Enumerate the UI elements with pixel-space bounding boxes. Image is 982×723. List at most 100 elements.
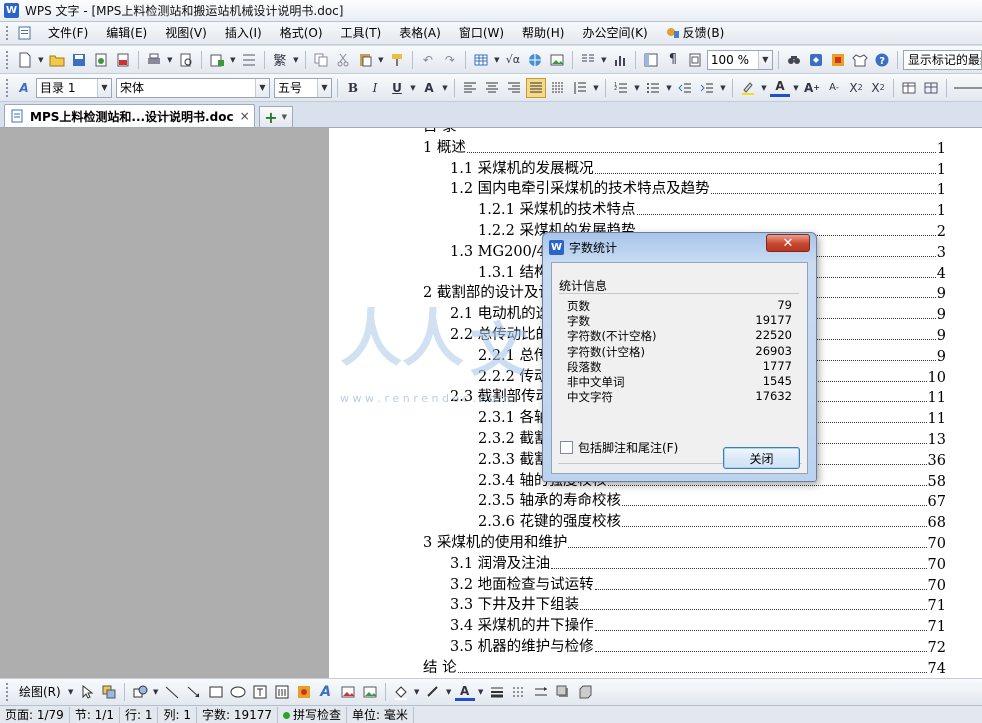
open-folder-icon[interactable] — [47, 50, 67, 70]
save-icon[interactable] — [69, 50, 89, 70]
shrink-font-icon[interactable]: A- — [824, 78, 844, 98]
table-style-icon[interactable] — [921, 78, 941, 98]
dropdown-arrow-icon[interactable]: ▼ — [409, 78, 417, 98]
font-select[interactable]: 宋体 ▼ — [116, 77, 270, 98]
menu-format[interactable]: 格式(O) — [271, 23, 332, 43]
menu-feedback[interactable]: 反馈(B) — [657, 23, 734, 43]
checkbox-box[interactable] — [560, 441, 573, 454]
increase-indent-icon[interactable] — [697, 78, 717, 98]
status-unit[interactable]: 单位: 毫米 — [347, 706, 414, 723]
dropdown-arrow-icon[interactable]: ▼ — [493, 50, 501, 70]
toc-entry[interactable]: 2.3.5 轴承的寿命校核 67 — [478, 489, 946, 511]
dropdown-arrow-icon[interactable]: ▼ — [477, 682, 485, 702]
dropdown-arrow-icon[interactable]: ▼ — [600, 50, 608, 70]
redo-icon[interactable]: ↷ — [440, 50, 460, 70]
font-color-icon[interactable]: A — [770, 79, 790, 97]
line-color-icon[interactable] — [423, 682, 443, 702]
dropdown-arrow-icon[interactable]: ▼ — [665, 78, 673, 98]
document-tab[interactable]: MPS上料检测站和...设计说明书.doc × — [4, 104, 255, 127]
align-right-icon[interactable] — [504, 78, 524, 98]
dropdown-arrow-icon[interactable]: ▼ — [760, 78, 768, 98]
select-objects-icon[interactable] — [99, 682, 119, 702]
distributed-align-icon[interactable] — [548, 78, 568, 98]
menu-office-space[interactable]: 办公空间(K) — [573, 23, 656, 43]
style-select[interactable]: 目录 1 ▼ — [36, 77, 112, 98]
toc-entry[interactable]: 3.4 采煤机的井下操作 71 — [450, 614, 946, 636]
font-size-select[interactable]: 五号 ▼ — [274, 77, 332, 98]
arrow-style-icon[interactable] — [531, 682, 551, 702]
toc-entry[interactable]: 3.3 下井及井下组装 71 — [450, 593, 946, 615]
toc-entry[interactable]: 1.2.1 采煤机的技术特点 1 — [478, 198, 946, 220]
dropdown-arrow-icon[interactable]: ▼ — [67, 682, 75, 702]
menu-edit[interactable]: 编辑(E) — [97, 23, 156, 43]
draw-font-color-icon[interactable]: A — [454, 683, 475, 701]
doc-menu-icon[interactable] — [15, 23, 35, 43]
dropdown-arrow-icon[interactable]: ▼ — [377, 50, 385, 70]
toc-entry[interactable]: 结 论 74 — [423, 655, 946, 677]
dropdown-arrow-icon[interactable]: ▼ — [413, 682, 421, 702]
dropdown-arrow-icon[interactable]: ▼ — [719, 78, 727, 98]
menu-table[interactable]: 表格(A) — [390, 23, 450, 43]
document-map-icon[interactable] — [641, 50, 661, 70]
subscript-icon[interactable]: X2 — [868, 78, 888, 98]
save-all-icon[interactable] — [91, 50, 111, 70]
decrease-indent-icon[interactable] — [675, 78, 695, 98]
line-tool-icon[interactable] — [162, 682, 182, 702]
vertical-textbox-icon[interactable] — [272, 682, 292, 702]
menu-window[interactable]: 窗口(W) — [450, 23, 513, 43]
traditional-chinese-icon[interactable]: 繁 — [270, 50, 290, 70]
print-icon[interactable] — [144, 50, 164, 70]
close-tab-icon[interactable]: × — [240, 109, 250, 123]
picture-icon[interactable] — [547, 50, 567, 70]
print-preview-icon[interactable] — [176, 50, 196, 70]
format-painter-icon[interactable] — [387, 50, 407, 70]
status-word-count[interactable]: 字数: 19177 — [197, 706, 279, 723]
toc-entry[interactable]: 1.1 采煤机的发展概况 1 — [450, 156, 946, 178]
styles-icon[interactable]: A — [14, 78, 34, 98]
textbox-icon[interactable] — [250, 682, 270, 702]
edit-table-icon[interactable] — [899, 78, 919, 98]
dialog-close-icon[interactable]: ✕ — [766, 234, 810, 252]
copy-icon[interactable] — [311, 50, 331, 70]
draw-menu-button[interactable]: 绘图(R) — [15, 682, 65, 702]
dash-style-icon[interactable] — [509, 682, 529, 702]
chart-icon[interactable] — [610, 50, 630, 70]
justify-icon[interactable] — [526, 77, 546, 98]
toc-entry[interactable]: 3.1 润滑及注油 70 — [450, 551, 946, 573]
dropdown-arrow-icon[interactable]: ▼ — [792, 78, 800, 98]
cut-icon[interactable] — [333, 50, 353, 70]
menu-help[interactable]: 帮助(H) — [513, 23, 573, 43]
clipart-icon[interactable] — [294, 682, 314, 702]
template-icon[interactable] — [828, 50, 848, 70]
help-icon[interactable]: ? — [872, 50, 892, 70]
close-button[interactable]: 关闭 — [723, 447, 800, 469]
dropdown-arrow-icon[interactable]: ▼ — [445, 682, 453, 702]
formula-icon[interactable]: √α — [503, 50, 523, 70]
bold-button[interactable]: B — [343, 78, 363, 98]
highlight-icon[interactable] — [738, 78, 758, 98]
toc-entry[interactable]: 3.2 地面检查与试运转 70 — [450, 572, 946, 594]
shirt-skin-icon[interactable] — [850, 50, 870, 70]
fill-color-icon[interactable] — [391, 682, 411, 702]
dropdown-arrow-icon[interactable]: ▼ — [152, 682, 160, 702]
show-formatting-icon[interactable]: ¶ — [663, 50, 683, 70]
page-setup-icon[interactable] — [239, 50, 259, 70]
insert-object-icon[interactable] — [207, 50, 227, 70]
new-tab-button[interactable]: + ▼ — [258, 106, 293, 127]
dropdown-arrow-icon[interactable]: ▼ — [229, 50, 237, 70]
wps-online-icon[interactable] — [806, 50, 826, 70]
dropdown-arrow-icon[interactable]: ▼ — [441, 78, 449, 98]
zoom-page-icon[interactable] — [685, 50, 705, 70]
grow-font-icon[interactable]: A + — [802, 78, 822, 98]
toc-entry[interactable]: 3 采煤机的使用和维护 70 — [423, 531, 946, 552]
pdf-export-icon[interactable] — [113, 50, 133, 70]
menu-file[interactable]: 文件(F) — [39, 23, 97, 43]
line-style-icon[interactable] — [487, 682, 507, 702]
dropdown-arrow-icon[interactable]: ▼ — [633, 78, 641, 98]
toc-entry[interactable]: 1.2 国内电牵引采煤机的技术特点及趋势 1 — [450, 177, 946, 199]
underline-button[interactable]: U — [387, 78, 407, 98]
new-doc-icon[interactable] — [15, 50, 35, 70]
select-pointer-icon[interactable] — [77, 682, 97, 702]
spell-check-status[interactable]: 拼写检查 — [278, 706, 348, 723]
dropdown-arrow-icon[interactable]: ▼ — [292, 50, 300, 70]
